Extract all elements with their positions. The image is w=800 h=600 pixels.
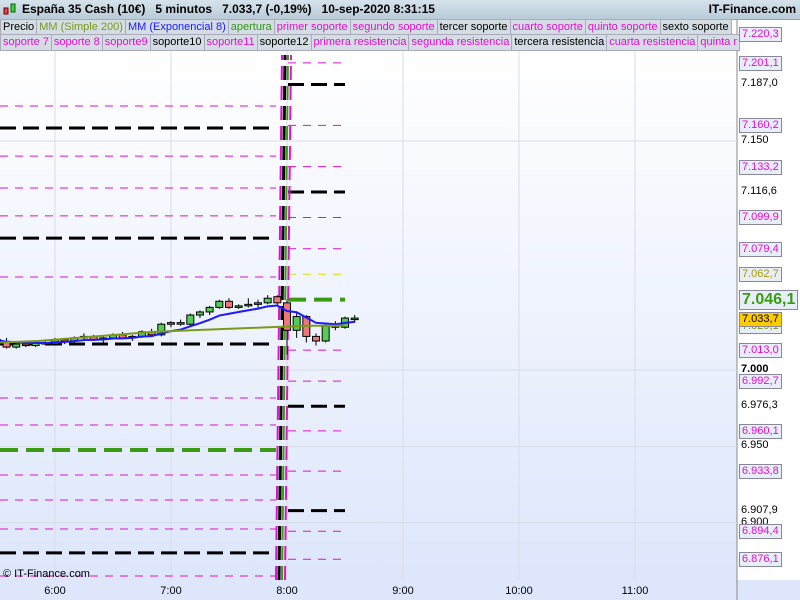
- level-price-tag: 7.079,4: [739, 241, 782, 257]
- candle: [312, 335, 321, 342]
- candle: [234, 305, 243, 308]
- candle: [224, 300, 233, 308]
- y-tick-label: 6.950: [741, 439, 769, 452]
- legend-item[interactable]: soporte11: [203, 34, 258, 51]
- legend-item[interactable]: soporte12: [256, 34, 312, 51]
- level-price-tag: 6.876,1: [739, 552, 782, 568]
- level-price-tag: 6.894,4: [739, 524, 782, 540]
- x-tick-label: 6:00: [44, 585, 66, 597]
- candle: [244, 303, 253, 307]
- level-price-tag: 7.013,0: [739, 343, 782, 359]
- candle: [273, 296, 282, 304]
- candle: [12, 343, 21, 348]
- legend-item[interactable]: soporte 8: [50, 34, 103, 51]
- level-price-tag: 7.187,0: [739, 77, 780, 91]
- candle: [321, 325, 330, 342]
- level-price-tag: 6.933,8: [739, 464, 782, 480]
- level-price-tag: 7.160,2: [739, 118, 782, 134]
- copyright: © IT-Finance.com: [3, 568, 90, 580]
- candle: [350, 317, 359, 321]
- title-text: España 35 Cash (10€) 5 minutos 7.033,7 (…: [22, 2, 435, 16]
- title-bar: España 35 Cash (10€) 5 minutos 7.033,7 (…: [0, 0, 800, 20]
- legend-item[interactable]: primera resistencia: [310, 34, 410, 51]
- brand: IT-Finance.com: [708, 2, 796, 16]
- legend-item[interactable]: tercera resistencia: [511, 34, 608, 51]
- candle: [21, 343, 30, 347]
- candle: [253, 302, 262, 305]
- level-price-tag: 7.220,3: [739, 27, 782, 42]
- level-price-tag: 6.907,9: [739, 503, 780, 517]
- level-price-tag: 7.062,7: [739, 267, 782, 283]
- x-tick-label: 8:00: [276, 585, 298, 597]
- candle: [176, 322, 185, 325]
- legend-item[interactable]: cuarta resistencia: [606, 34, 699, 51]
- legend-item[interactable]: soporte9: [101, 34, 151, 51]
- legend-row-1: Precio MM (Simple 200) MM (Exponencial 8) a…: [0, 19, 732, 36]
- legend-item[interactable]: soporte 7: [0, 34, 52, 51]
- candle: [195, 311, 204, 316]
- legend-item[interactable]: soporte10: [149, 34, 205, 51]
- legend-row-2: soporte 7 soporte 8 soporte9 soporte10 sopor…: [0, 34, 741, 51]
- candlestick-logo-icon: [3, 3, 16, 15]
- level-price-tag: 6.976,3: [739, 399, 780, 413]
- level-price-tag: 7.133,2: [739, 159, 782, 175]
- level-price-tag: 7.201,1: [739, 55, 782, 71]
- x-tick-label: 10:00: [505, 585, 533, 597]
- price-chart[interactable]: [0, 0, 800, 600]
- level-price-tag: 6.992,7: [739, 374, 782, 390]
- candle: [215, 300, 224, 308]
- x-tick-label: 9:00: [392, 585, 414, 597]
- candle: [186, 314, 195, 325]
- candle: [205, 306, 214, 313]
- last-price-tag: 7.033,7: [739, 311, 782, 327]
- legend-item[interactable]: segunda resistencia: [408, 34, 513, 51]
- plot-background: [0, 50, 737, 580]
- candle: [263, 297, 272, 304]
- level-price-tag: 7.116,6: [739, 184, 779, 198]
- level-price-tag: 7.099,9: [739, 210, 782, 226]
- candle: [166, 322, 175, 325]
- legend-item[interactable]: quinta r: [697, 34, 741, 51]
- level-price-tag: 7.046,1: [739, 289, 799, 310]
- x-tick-label: 7:00: [160, 585, 182, 597]
- candle: [292, 316, 301, 331]
- x-tick-label: 11:00: [621, 585, 649, 597]
- level-price-tag: 6.960,1: [739, 423, 782, 439]
- y-tick-label: 7.150: [741, 133, 769, 146]
